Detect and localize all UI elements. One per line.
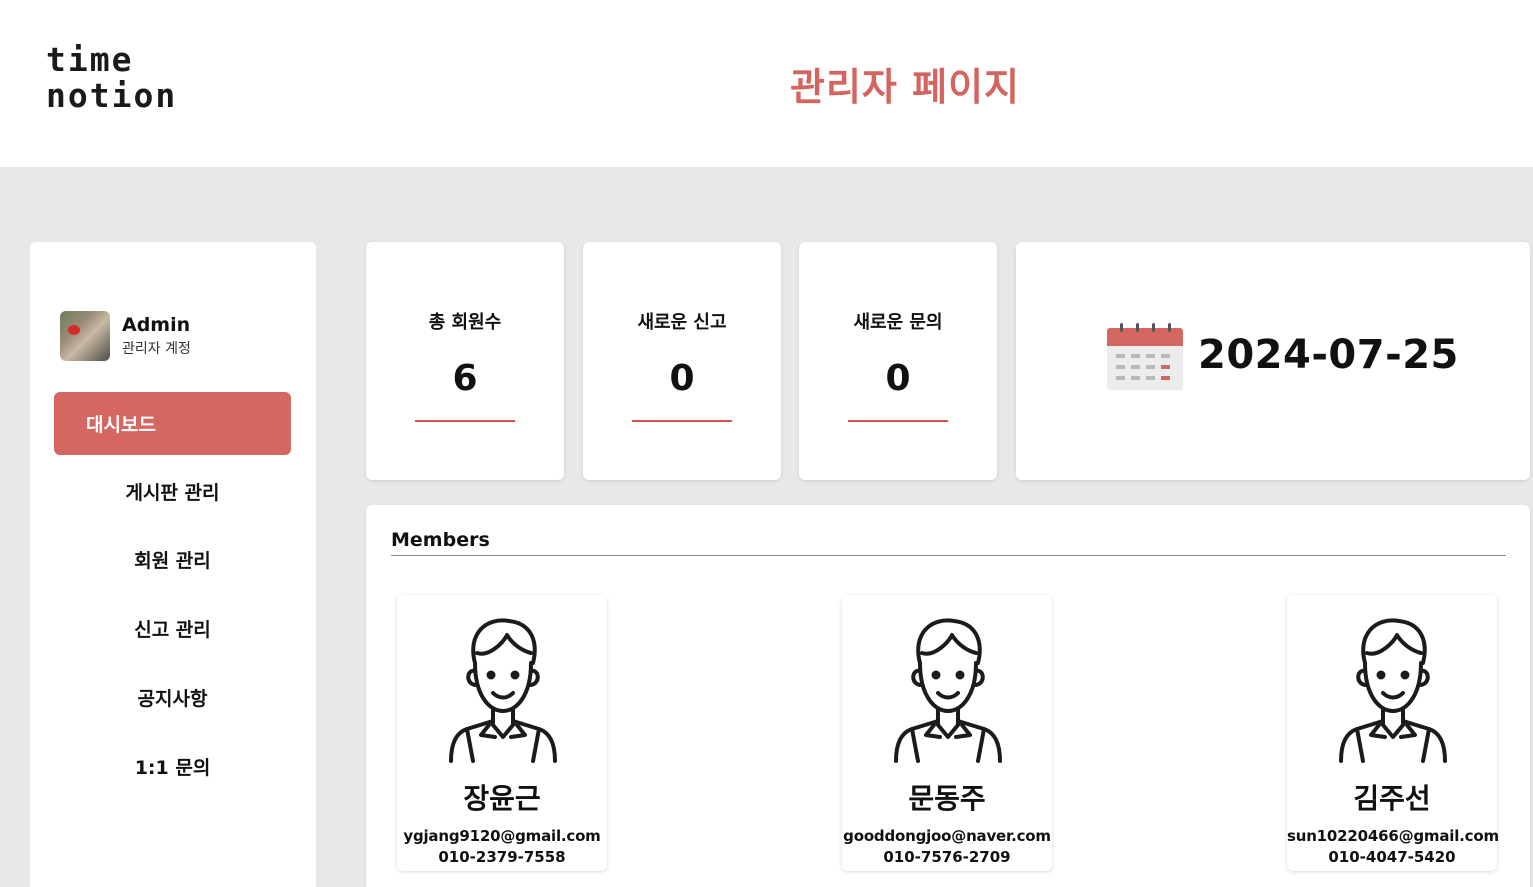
calendar-icon <box>1107 323 1183 390</box>
stat-label: 새로운 신고 <box>637 312 727 333</box>
logo-line-2: notion <box>46 76 178 115</box>
member-name: 장윤근 <box>463 782 541 815</box>
current-date: 2024-07-25 <box>1198 332 1459 378</box>
stat-card-new-inquiries: 새로운 문의 0 <box>799 242 997 480</box>
stat-underline <box>415 420 515 422</box>
stat-value: 6 <box>452 358 478 399</box>
person-avatar-icon <box>449 618 557 763</box>
logo-line-1: time <box>46 40 134 79</box>
nav-item-label: 공지사항 <box>137 688 208 710</box>
stat-card-total-members: 총 회원수 6 <box>366 242 564 480</box>
members-title: Members <box>391 529 490 551</box>
top-header: time notion 관리자 페이지 <box>0 0 1533 167</box>
member-phone: 010-4047-5420 <box>1328 848 1456 866</box>
stat-label: 총 회원수 <box>428 312 502 333</box>
time-notion-logo[interactable]: time notion <box>46 42 177 114</box>
nav-item-dashboard[interactable]: 대시보드 <box>54 392 291 455</box>
date-card: 2024-07-25 <box>1016 242 1530 480</box>
member-phone: 010-7576-2709 <box>883 848 1011 866</box>
member-phone: 010-2379-7558 <box>438 848 566 866</box>
stat-underline <box>848 420 948 422</box>
stat-underline <box>632 420 732 422</box>
page-title: 관리자 페이지 <box>790 65 1020 109</box>
avatar <box>60 311 110 361</box>
stat-label: 새로운 문의 <box>853 312 943 333</box>
member-card[interactable]: 김주선 sun10220466@gmail.com 010-4047-5420 <box>1287 595 1499 871</box>
profile-text: Admin 관리자 계정 <box>122 314 191 358</box>
member-email: sun10220466@gmail.com <box>1287 827 1499 845</box>
nav-item-report-management[interactable]: 신고 관리 <box>54 597 291 660</box>
member-email: ygjang9120@gmail.com <box>403 827 601 845</box>
nav-item-label: 1:1 문의 <box>134 757 211 779</box>
profile-name: Admin <box>122 314 191 336</box>
member-email: gooddongjoo@naver.com <box>843 827 1051 845</box>
members-divider <box>391 555 1506 556</box>
member-name: 문동주 <box>908 782 986 815</box>
nav-item-label: 대시보드 <box>86 414 156 436</box>
sidebar: Admin 관리자 계정 대시보드 게시판 관리 회원 관리 신고 관리 공지사… <box>30 242 316 887</box>
member-name: 김주선 <box>1353 782 1431 815</box>
members-panel: Members 장윤근 ygjang9120@gmail.com 010-237… <box>366 505 1530 887</box>
nav-item-label: 회원 관리 <box>134 550 211 572</box>
nav-item-inquiries[interactable]: 1:1 문의 <box>54 735 291 798</box>
nav-item-label: 게시판 관리 <box>125 482 220 504</box>
member-card[interactable]: 장윤근 ygjang9120@gmail.com 010-2379-7558 <box>397 595 607 871</box>
stat-value: 0 <box>885 358 911 399</box>
stat-card-new-reports: 새로운 신고 0 <box>583 242 781 480</box>
nav-item-notices[interactable]: 공지사항 <box>54 666 291 729</box>
nav-item-member-management[interactable]: 회원 관리 <box>54 528 291 591</box>
person-avatar-icon <box>894 618 1002 763</box>
person-avatar-icon <box>1339 618 1447 763</box>
nav-item-label: 신고 관리 <box>134 619 211 641</box>
nav-item-board-management[interactable]: 게시판 관리 <box>54 460 291 523</box>
member-card[interactable]: 문동주 gooddongjoo@naver.com 010-7576-2709 <box>842 595 1052 871</box>
admin-profile: Admin 관리자 계정 <box>60 311 191 361</box>
profile-role: 관리자 계정 <box>122 341 191 357</box>
stat-value: 0 <box>669 358 695 399</box>
